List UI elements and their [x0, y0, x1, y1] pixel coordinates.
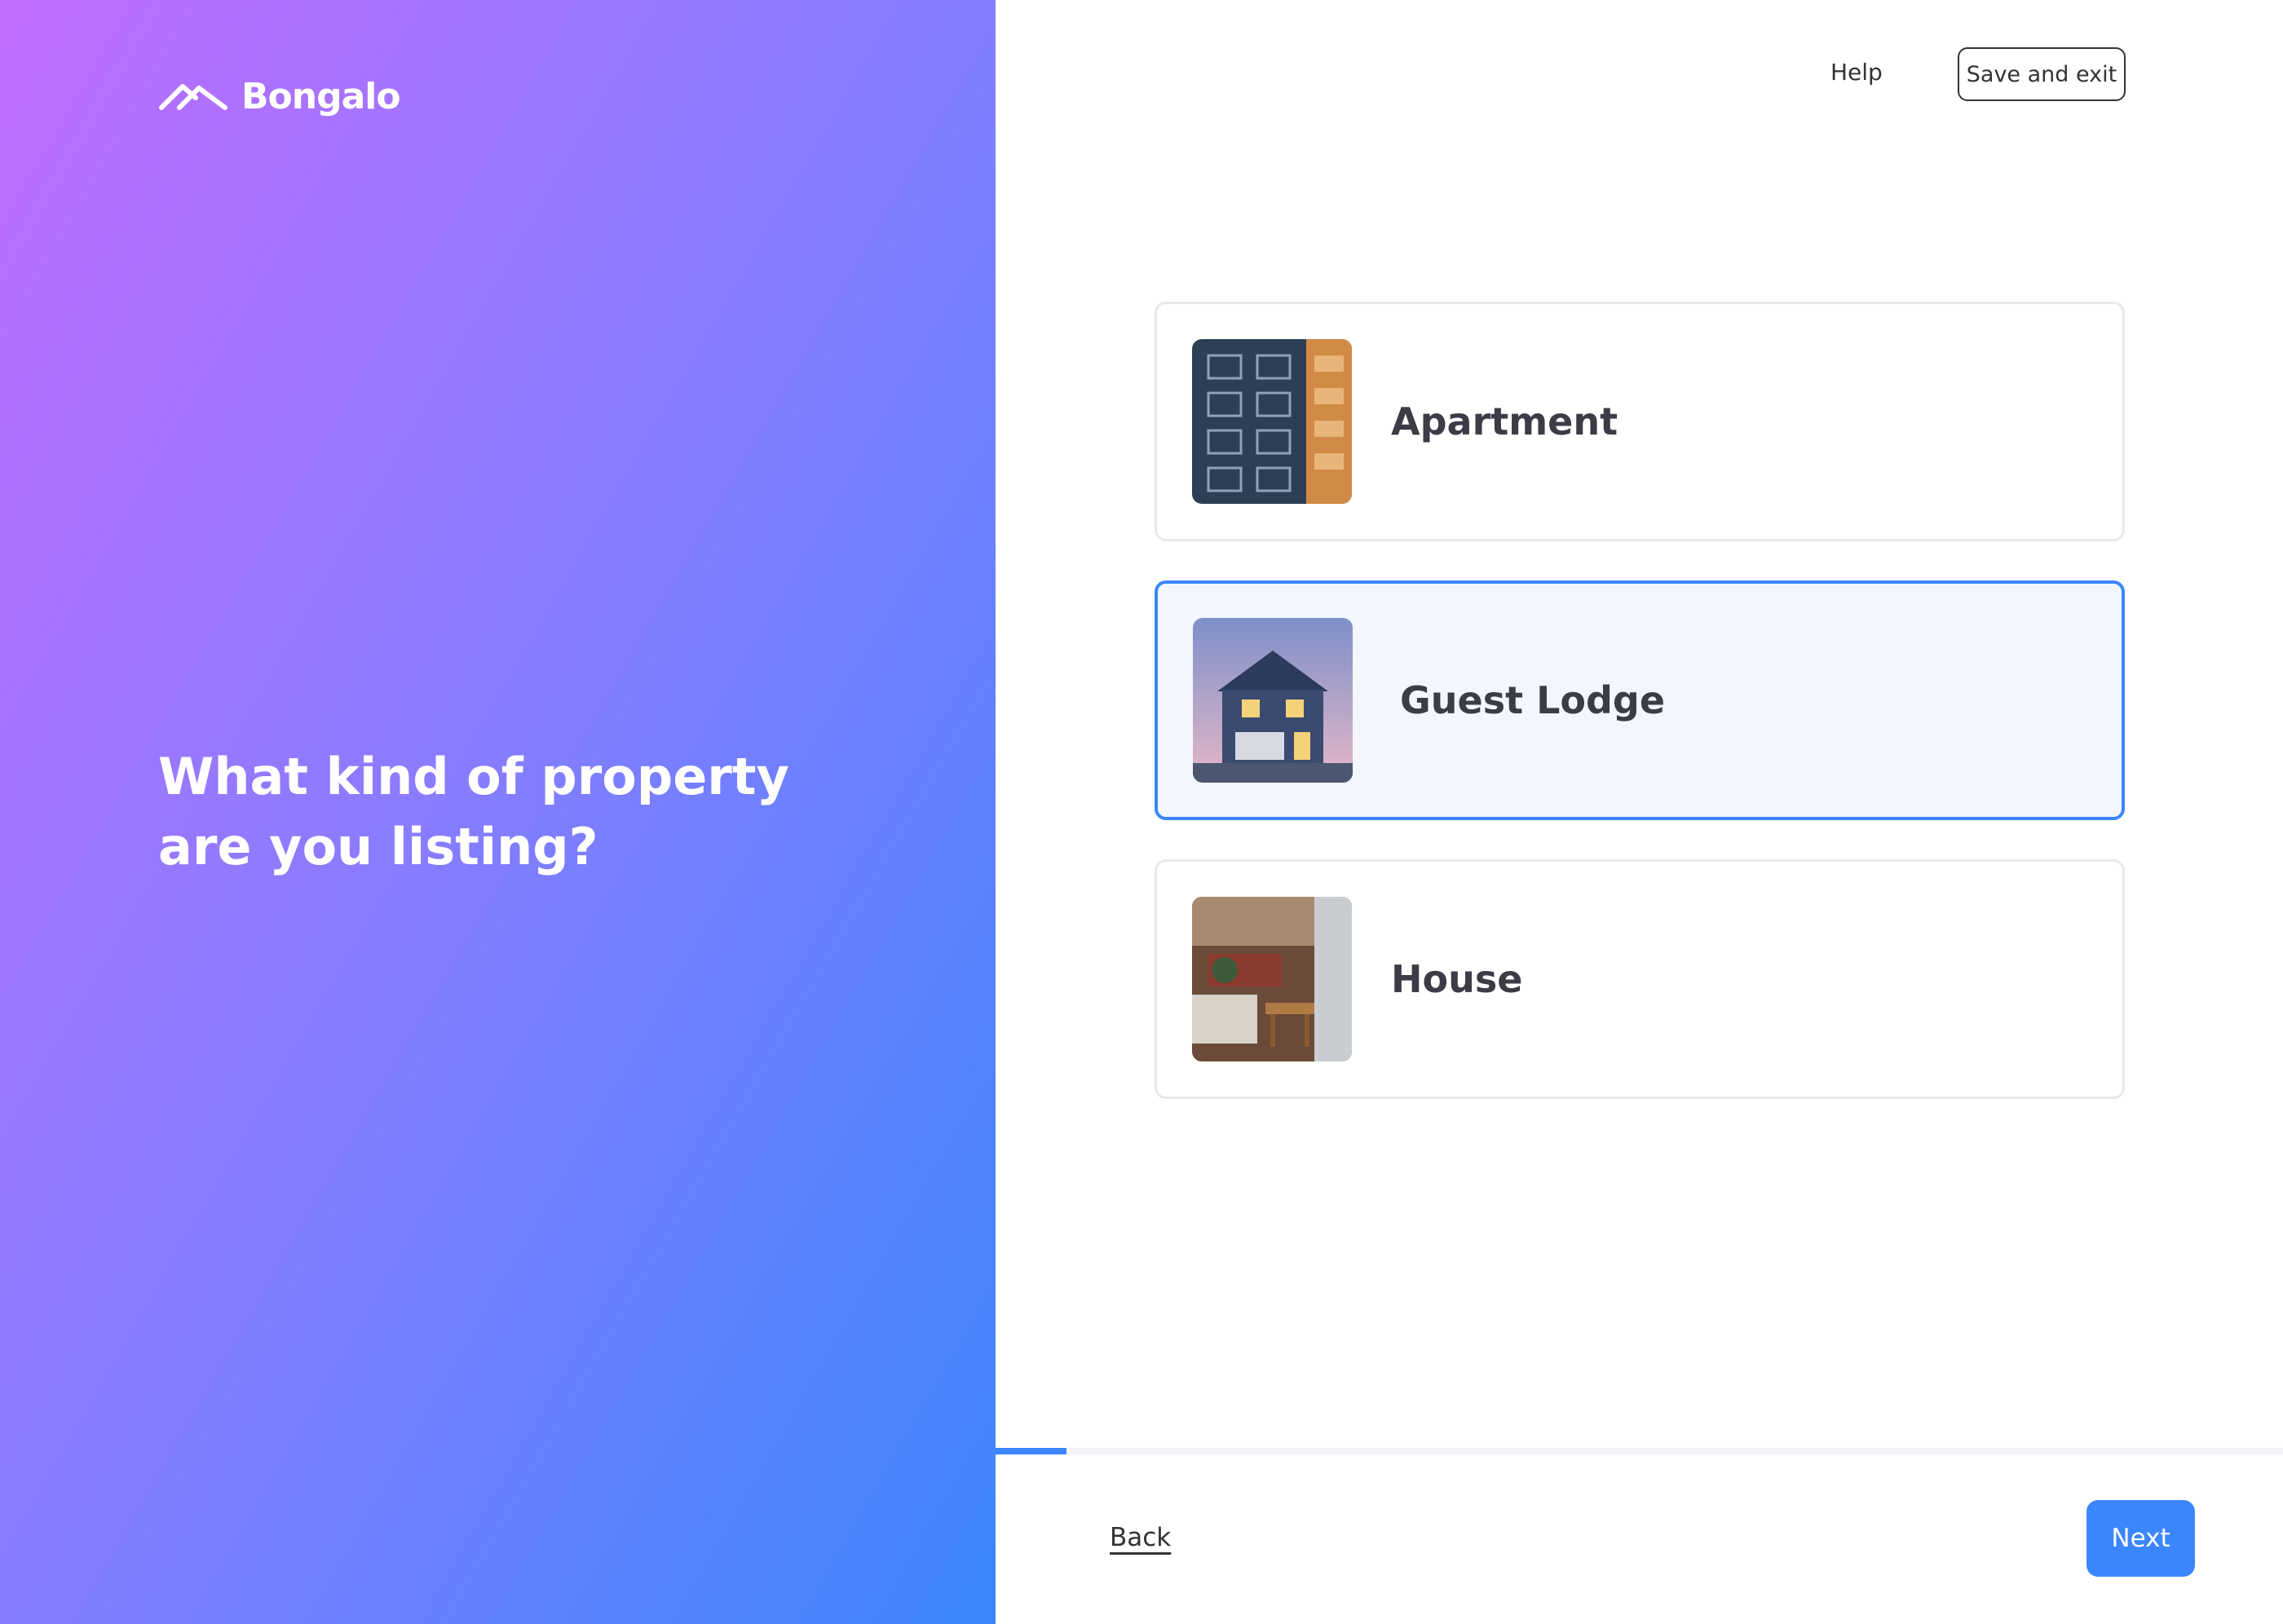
- page-question: What kind of property are you listing?: [158, 747, 789, 876]
- option-label: Apartment: [1391, 399, 1618, 444]
- selection-panel: Help Save and exit Apartment Guest Lodge…: [996, 0, 2283, 1624]
- back-link[interactable]: Back: [1110, 1523, 1171, 1552]
- brand-name: Bongalo: [241, 75, 401, 117]
- option-label: House: [1391, 957, 1523, 1001]
- progress-fill: [996, 1448, 1066, 1454]
- option-card-apartment[interactable]: Apartment: [1155, 302, 2125, 541]
- brand-panel: Bongalo What kind of property are you li…: [0, 0, 996, 1624]
- progress-bar: [996, 1448, 2283, 1454]
- option-label: Guest Lodge: [1400, 678, 1666, 722]
- guest-lodge-photo: [1193, 618, 1353, 783]
- brand-logo[interactable]: Bongalo: [158, 75, 401, 117]
- help-link[interactable]: Help: [1830, 59, 1883, 86]
- house-roof-icon: [159, 84, 227, 110]
- apartment-photo: [1192, 339, 1352, 504]
- option-card-guest-lodge[interactable]: Guest Lodge: [1155, 580, 2125, 820]
- house-interior-photo: [1192, 897, 1352, 1061]
- option-card-house[interactable]: House: [1155, 859, 2125, 1099]
- save-and-exit-button[interactable]: Save and exit: [1958, 47, 2126, 101]
- next-button[interactable]: Next: [2086, 1500, 2195, 1577]
